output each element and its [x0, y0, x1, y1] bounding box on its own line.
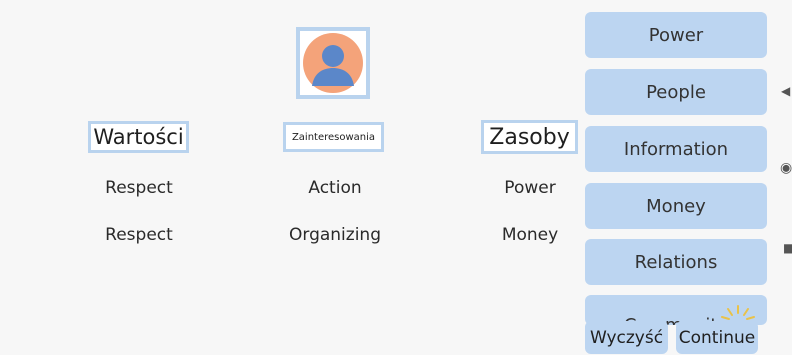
- option-power[interactable]: Power: [585, 12, 767, 58]
- interests-cell[interactable]: Organizing: [265, 225, 405, 245]
- option-money[interactable]: Money: [585, 183, 767, 229]
- triangle-left-icon: ◀: [781, 84, 791, 98]
- clear-button[interactable]: Wyczyść: [585, 321, 668, 354]
- values-cell[interactable]: Respect: [69, 225, 209, 245]
- resources-header[interactable]: Zasoby: [481, 120, 578, 154]
- values-header[interactable]: Wartości: [88, 121, 189, 153]
- resources-cell[interactable]: Money: [460, 225, 600, 245]
- resources-cell[interactable]: Power: [460, 178, 600, 198]
- avatar: [296, 27, 370, 99]
- square-icon: ■: [783, 241, 792, 255]
- app-canvas: Wartości Zainteresowania Zasoby Respect …: [0, 0, 792, 355]
- values-cell[interactable]: Respect: [69, 178, 209, 198]
- interests-cell[interactable]: Action: [265, 178, 405, 198]
- continue-button[interactable]: Continue: [676, 321, 758, 354]
- option-relations[interactable]: Relations: [585, 239, 767, 285]
- radio-dot-icon: ◉: [780, 160, 792, 176]
- option-information[interactable]: Information: [585, 126, 767, 172]
- option-people[interactable]: People: [585, 69, 767, 115]
- interests-header[interactable]: Zainteresowania: [283, 122, 384, 152]
- person-avatar-icon: [303, 33, 363, 93]
